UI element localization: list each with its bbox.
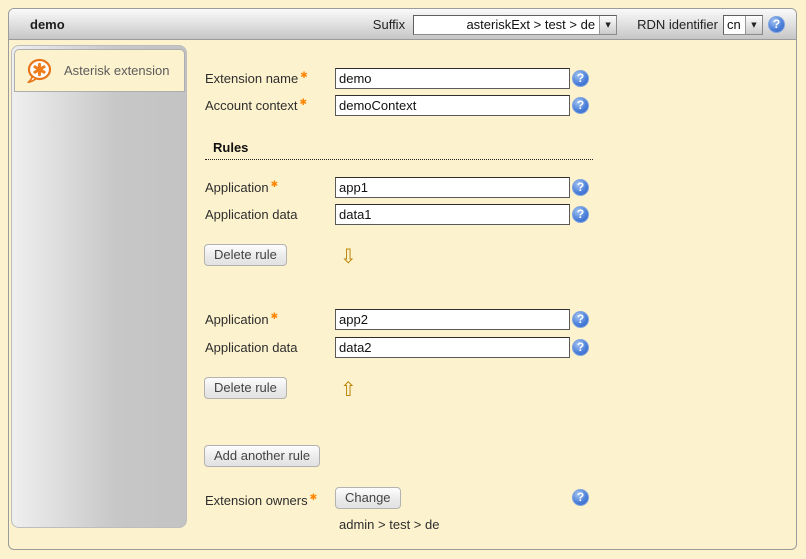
rule-application-row: Application✱ ? [205,308,596,330]
asterisk-logo-icon [25,57,53,85]
extension-name-input[interactable] [335,68,570,89]
account-edit-window: demo Suffix asteriskExt > test > de ▼ RD… [8,8,797,550]
help-icon[interactable]: ? [572,70,589,87]
rule-application-row: Application✱ ? [205,176,596,198]
rule-application-data-row: Application data ? [205,336,596,358]
help-icon[interactable]: ? [572,97,589,114]
help-icon[interactable]: ? [572,206,589,223]
required-marker-icon: ✱ [310,493,318,503]
application-input-2[interactable] [335,309,570,330]
application-label: Application✱ [205,312,335,327]
required-marker-icon: ✱ [271,180,279,190]
move-rule-down-icon[interactable]: ⇩ [340,245,362,267]
application-data-label: Application data [205,340,335,355]
account-context-label: Account context✱ [205,98,335,113]
required-marker-icon: ✱ [300,98,308,108]
extension-name-row: Extension name✱ ? [205,67,596,89]
help-icon[interactable]: ? [572,489,589,506]
required-marker-icon: ✱ [300,71,308,81]
account-context-row: Account context✱ ? [205,94,596,116]
application-data-label: Application data [205,207,335,222]
page-title: demo [30,9,65,40]
account-context-input[interactable] [335,95,570,116]
rdn-identifier-select[interactable]: cn ▼ [723,15,763,35]
rdn-identifier-label: RDN identifier [637,17,718,32]
delete-rule-button-2[interactable]: Delete rule [204,377,287,399]
title-bar: demo Suffix asteriskExt > test > de ▼ RD… [9,9,796,40]
rdn-selected-value: cn [724,17,745,32]
application-label: Application✱ [205,180,335,195]
application-data-input-2[interactable] [335,337,570,358]
dropdown-arrow-icon: ▼ [745,16,762,34]
suffix-label: Suffix [373,17,405,32]
titlebar-controls: Suffix asteriskExt > test > de ▼ RDN ide… [373,9,785,40]
extension-owners-value: admin > test > de [339,517,439,532]
delete-rule-button-1[interactable]: Delete rule [204,244,287,266]
module-sidebar: Asterisk extension [11,45,187,528]
tab-asterisk-extension[interactable]: Asterisk extension [14,49,185,92]
move-rule-up-icon[interactable]: ⇧ [340,378,362,400]
application-input-1[interactable] [335,177,570,198]
rules-section-heading: Rules [205,140,593,160]
rule-application-data-row: Application data ? [205,203,596,225]
extension-owners-label: Extension owners✱ [205,487,317,510]
required-marker-icon: ✱ [271,312,279,322]
add-another-rule-button[interactable]: Add another rule [204,445,320,467]
application-data-input-1[interactable] [335,204,570,225]
dropdown-arrow-icon: ▼ [599,16,616,34]
help-icon[interactable]: ? [572,179,589,196]
change-owners-button[interactable]: Change [335,487,401,509]
help-icon[interactable]: ? [572,339,589,356]
help-icon[interactable]: ? [572,311,589,328]
tab-label: Asterisk extension [64,63,170,78]
extension-name-label: Extension name✱ [205,71,335,86]
help-icon[interactable]: ? [768,16,785,33]
suffix-selected-value: asteriskExt > test > de [414,17,599,32]
suffix-select[interactable]: asteriskExt > test > de ▼ [413,15,617,35]
